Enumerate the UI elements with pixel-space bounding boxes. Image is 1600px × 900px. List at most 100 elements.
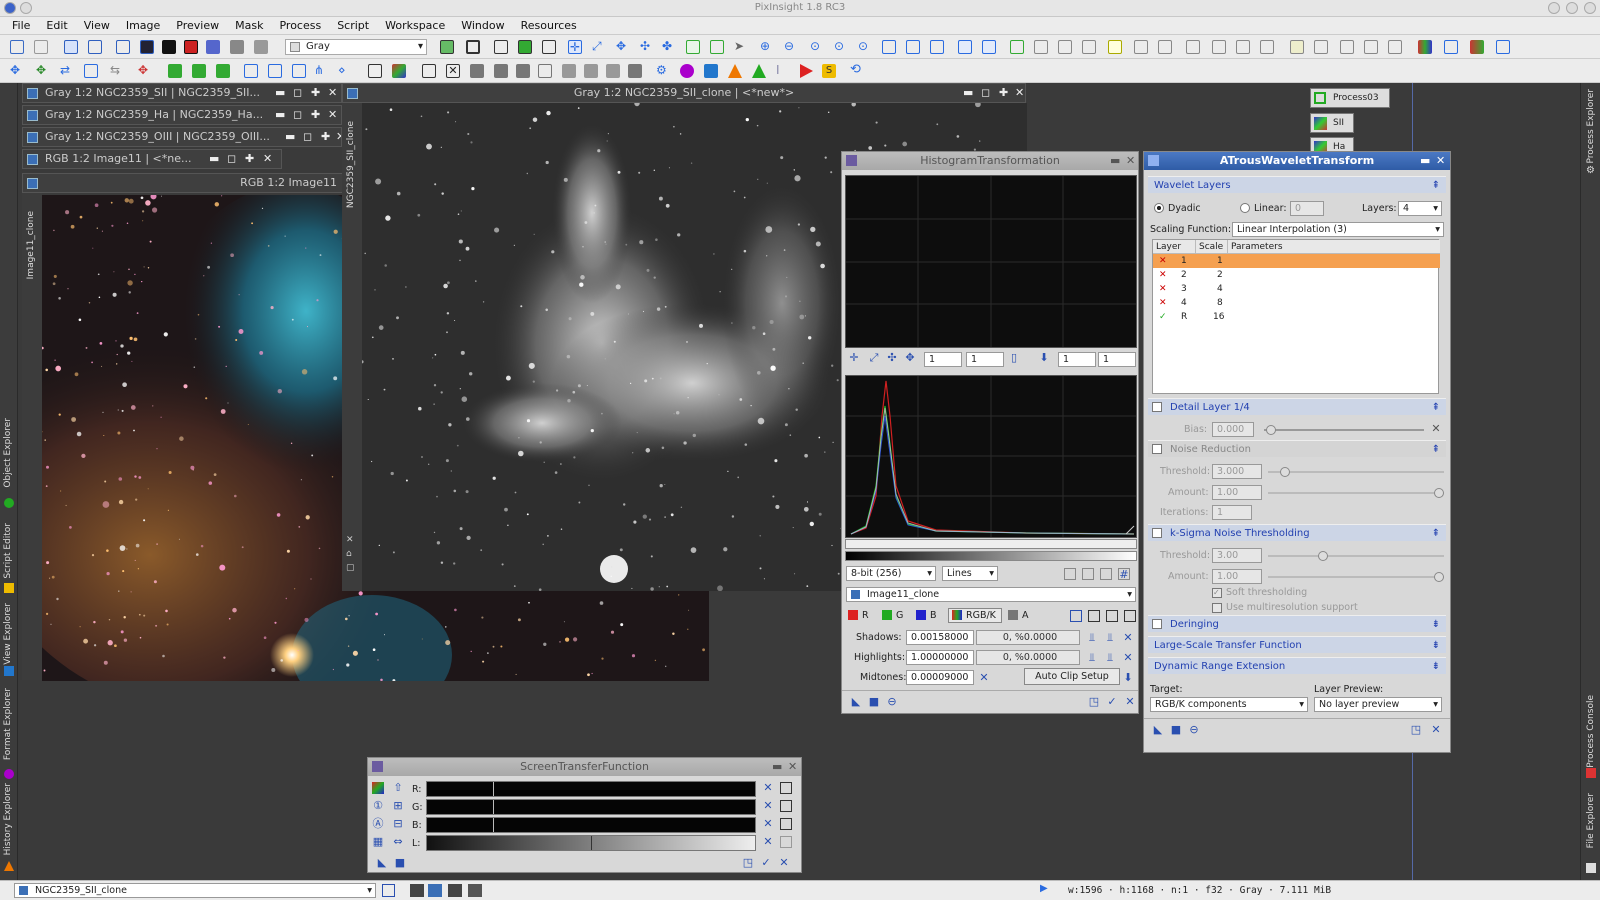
expand-icon[interactable]: ⬇ [1122, 672, 1134, 684]
menu-edit[interactable]: Edit [38, 19, 75, 32]
process-icon-sii[interactable]: SII [1310, 113, 1354, 133]
pointer-icon[interactable]: ➤ [734, 40, 748, 54]
stf-icon-2[interactable]: ⊞ [392, 800, 404, 812]
output-zoom-y-spinner[interactable]: 1 [1098, 352, 1136, 367]
process-f-icon[interactable]: ✥ [138, 64, 152, 78]
new-instance-icon[interactable]: ◣ [850, 696, 862, 708]
mask-e-icon[interactable] [516, 64, 530, 78]
apply-global-icon[interactable]: ■ [868, 696, 880, 708]
menu-preview[interactable]: Preview [168, 19, 227, 32]
channel-a-label[interactable]: A [1022, 610, 1029, 621]
green-triangle-icon[interactable] [752, 64, 766, 78]
stf-r-reset-icon[interactable]: ✕ [762, 782, 774, 794]
view-tools-icon[interactable]: ✕ ⌂ ▢ [346, 533, 355, 575]
midtones-reset-icon[interactable]: ✕ [978, 672, 990, 684]
atrous-panel-title[interactable]: ATrousWaveletTransform ▬ ✕ [1144, 152, 1450, 170]
shade-icon[interactable]: ▬ [1110, 152, 1120, 170]
highlights-reset-icon[interactable]: ✕ [1122, 652, 1134, 664]
apply-global-icon[interactable]: ■ [394, 857, 406, 869]
stf-auto-icon[interactable] [1108, 40, 1122, 54]
geometry-c-icon[interactable] [292, 64, 306, 78]
bit-depth-select[interactable]: 8-bit (256) ▾ [846, 566, 936, 581]
restore-icon[interactable]: ◻ [293, 106, 302, 124]
disabled-x-icon[interactable]: ✕ [1159, 296, 1167, 310]
stf-l-zoom-icon[interactable] [780, 836, 792, 848]
tool-10-icon[interactable] [1364, 40, 1378, 54]
window-gray-sii[interactable]: Gray 1:2 NGC2359_SII | NGC2359_SII... ▬ … [22, 83, 342, 103]
shade-icon[interactable]: ✚ [245, 150, 254, 168]
auto-clip-setup-button[interactable]: Auto Clip Setup [1024, 668, 1120, 685]
view-selector[interactable]: NGC2359_SII_clone ▾ [14, 883, 376, 898]
stf-panel-title[interactable]: ScreenTransferFunction ▬ ✕ [368, 758, 801, 776]
tab-process-console[interactable]: Process Console [1586, 695, 1596, 768]
nr-threshold-input[interactable]: 3.000 [1212, 464, 1262, 479]
shade-icon[interactable]: ▬ [772, 758, 782, 776]
close-icon[interactable]: ✕ [1126, 152, 1135, 170]
blue-channel-icon[interactable] [916, 610, 926, 620]
mask-color-icon[interactable] [206, 40, 220, 54]
view-id-tab[interactable]: Image11_clone [26, 211, 36, 279]
stf-icon-6[interactable]: ⇔ [392, 836, 404, 848]
geometry-a-icon[interactable] [244, 64, 258, 78]
slider-knob[interactable] [1434, 488, 1444, 498]
tool-5-icon[interactable] [1236, 40, 1250, 54]
menu-image[interactable]: Image [118, 19, 168, 32]
stf-r-track[interactable] [426, 781, 756, 797]
stf-a-icon[interactable] [1082, 40, 1096, 54]
nr-iterations-spinner[interactable]: 1 [1212, 505, 1252, 520]
paste-icon[interactable] [518, 40, 532, 54]
close-icon[interactable]: ✕ [1015, 84, 1024, 102]
stf-reset-icon[interactable] [1058, 40, 1072, 54]
color-a-icon[interactable] [368, 64, 382, 78]
stf-g-midtone-marker[interactable] [493, 800, 494, 814]
curve-view-icon[interactable] [1100, 568, 1112, 580]
transform-icon[interactable]: ✤ [662, 40, 676, 54]
highlights-auto-icon[interactable]: ⫫ [1086, 652, 1098, 664]
stf-g-reset-icon[interactable]: ✕ [762, 800, 774, 812]
rgb-window-titlebar[interactable]: RGB 1:2 Image11 [22, 173, 344, 193]
multires-checkbox[interactable] [1212, 603, 1222, 613]
stf-g-track[interactable] [426, 799, 756, 815]
tab-view-explorer[interactable]: View Explorer [3, 603, 13, 665]
stf-b-reset-icon[interactable]: ✕ [762, 818, 774, 830]
minimize-icon[interactable]: ▬ [209, 150, 219, 168]
shadows-clip-icon[interactable]: ⫫ [1104, 632, 1116, 644]
tool-1-icon[interactable] [1134, 40, 1148, 54]
nr-amount-slider[interactable] [1268, 488, 1444, 498]
zoom-in-icon[interactable]: ⊕ [760, 40, 774, 54]
window-gray-ha[interactable]: Gray 1:2 NGC2359_Ha | NGC2359_Ha... ▬ ◻ … [22, 105, 342, 125]
channel-option-2-icon[interactable] [1106, 610, 1118, 622]
minimize-button[interactable] [1548, 2, 1560, 14]
zoom-1-icon[interactable]: ⊙ [810, 40, 824, 54]
stf-icon[interactable] [1010, 40, 1024, 54]
stf-icon-3[interactable]: Ⓐ [372, 818, 384, 830]
stf-b-zoom-icon[interactable] [780, 818, 792, 830]
sphere-icon[interactable] [680, 64, 694, 78]
dyadic-radio[interactable] [1154, 203, 1164, 213]
target-select[interactable]: RGB/K components ▾ [1150, 697, 1308, 712]
channel-g-label[interactable]: G [896, 610, 903, 621]
process-b-icon[interactable]: ✥ [36, 64, 50, 78]
menu-resources[interactable]: Resources [513, 19, 585, 32]
frame-icon[interactable] [466, 40, 480, 54]
stf-link-icon[interactable] [1034, 40, 1048, 54]
tool-14-icon[interactable] [1496, 40, 1510, 54]
noise-reduction-checkbox[interactable] [1152, 444, 1162, 454]
edit-instance-icon[interactable]: ◳ [742, 857, 754, 869]
close-icon[interactable]: ✕ [328, 106, 337, 124]
color-b-icon[interactable] [392, 64, 406, 78]
tool-a-icon[interactable] [410, 884, 424, 897]
deringing-checkbox[interactable] [1152, 619, 1162, 629]
log-view-icon[interactable] [1064, 568, 1076, 580]
window-b-icon[interactable] [982, 40, 996, 54]
disabled-x-icon[interactable]: ✕ [1159, 268, 1167, 282]
slider-knob[interactable] [1280, 467, 1290, 477]
stf-b-track[interactable] [426, 817, 756, 833]
histogram-slider-track[interactable] [845, 539, 1137, 549]
layer-preview-select[interactable]: No layer preview ▾ [1314, 697, 1442, 712]
apply-global-icon[interactable]: ■ [1170, 724, 1182, 736]
disabled-x-icon[interactable]: ✕ [1159, 254, 1167, 268]
section-deringing[interactable]: Deringing ⇟ [1148, 615, 1446, 632]
red-channel-icon[interactable] [848, 610, 858, 620]
tool-11-icon[interactable] [1388, 40, 1402, 54]
